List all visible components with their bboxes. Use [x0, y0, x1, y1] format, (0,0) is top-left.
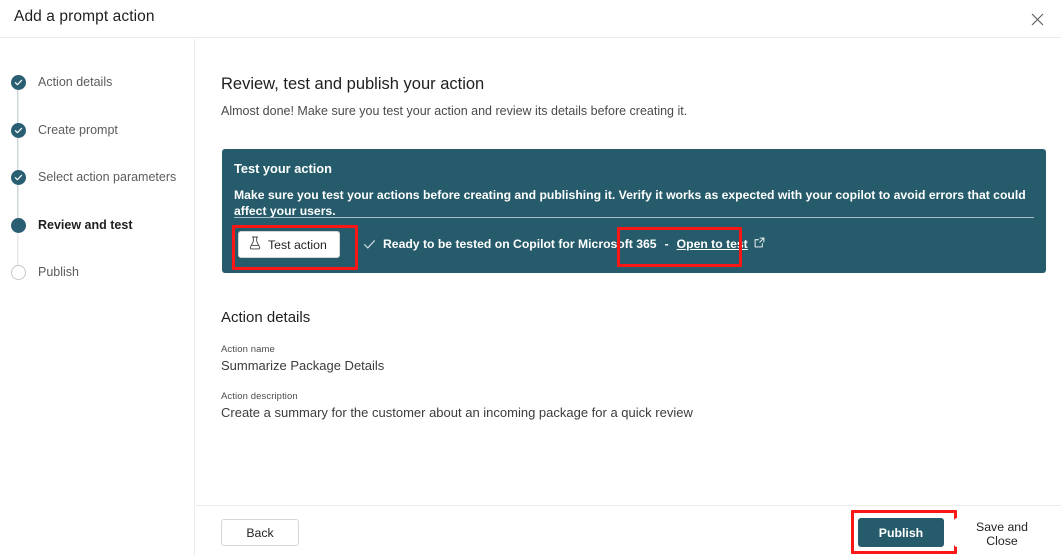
step-dot-done-icon — [11, 75, 26, 90]
action-name-label: Action name — [221, 344, 384, 355]
test-panel-title: Test your action — [234, 161, 332, 176]
back-button[interactable]: Back — [221, 519, 299, 546]
panel-divider — [234, 217, 1034, 218]
step-marker — [9, 265, 27, 280]
sidebar-step-create-prompt[interactable]: Create prompt — [9, 123, 189, 171]
step-marker — [9, 123, 27, 138]
test-status-row: Ready to be tested on Copilot for Micros… — [363, 233, 765, 255]
sidebar-step-select-action-parameters[interactable]: Select action parameters — [9, 170, 189, 218]
sidebar-step-action-details[interactable]: Action details — [9, 75, 189, 123]
step-dot-done-icon — [11, 170, 26, 185]
sidebar-step-label: Review and test — [38, 218, 132, 233]
sidebar-step-label: Action details — [38, 75, 112, 90]
step-marker — [9, 75, 27, 90]
open-to-test-link[interactable]: Open to test — [677, 237, 765, 251]
status-separator: - — [664, 237, 670, 251]
step-dot-done-icon — [11, 123, 26, 138]
checkmark-icon — [12, 171, 25, 184]
sidebar-step-review-and-test[interactable]: Review and test — [9, 218, 189, 266]
step-connector — [17, 233, 18, 266]
test-action-label: Test action — [268, 238, 327, 252]
checkmark-icon — [363, 238, 376, 251]
add-prompt-action-dialog: Add a prompt action — [0, 0, 1061, 556]
step-marker — [9, 170, 27, 185]
step-dot-pending-icon — [11, 265, 26, 280]
main-content: Review, test and publish your action Alm… — [196, 39, 1061, 556]
page-title: Review, test and publish your action — [221, 75, 484, 94]
action-details-heading: Action details — [221, 309, 310, 326]
open-to-test-label: Open to test — [677, 237, 748, 251]
publish-button[interactable]: Publish — [858, 518, 944, 547]
sidebar-step-publish[interactable]: Publish — [9, 265, 189, 313]
action-name-value: Summarize Package Details — [221, 358, 384, 373]
action-description-field: Action description Create a summary for … — [221, 391, 693, 420]
test-action-button[interactable]: Test action — [238, 231, 340, 258]
test-status-text: Ready to be tested on Copilot for Micros… — [383, 237, 657, 251]
wizard-sidebar: Action details Create prompt — [0, 39, 195, 556]
external-link-icon — [754, 237, 765, 251]
step-connector — [17, 138, 18, 171]
close-button[interactable] — [1021, 4, 1053, 34]
action-description-value: Create a summary for the customer about … — [221, 405, 693, 420]
step-dot-current-icon — [11, 218, 26, 233]
action-description-label: Action description — [221, 391, 693, 402]
step-marker — [9, 218, 27, 233]
dialog-header: Add a prompt action — [0, 0, 1061, 38]
test-panel-description: Make sure you test your actions before c… — [234, 187, 1034, 219]
test-your-action-panel: Test your action Make sure you test your… — [222, 149, 1046, 273]
dialog-footer: Back Publish Save and Close — [196, 505, 1061, 556]
wizard-steps: Action details Create prompt — [9, 75, 189, 313]
sidebar-step-label: Publish — [38, 265, 79, 280]
flask-icon — [249, 236, 261, 253]
action-name-field: Action name Summarize Package Details — [221, 344, 384, 373]
step-connector — [17, 90, 18, 123]
checkmark-icon — [12, 124, 25, 137]
save-and-close-button[interactable]: Save and Close — [954, 518, 1050, 547]
step-connector — [17, 185, 18, 218]
panel-action-row: Test action Ready to be tested on Copilo… — [222, 227, 1046, 267]
checkmark-icon — [12, 76, 25, 89]
close-icon — [1031, 13, 1044, 26]
page-subtitle: Almost done! Make sure you test your act… — [221, 104, 687, 118]
sidebar-step-label: Create prompt — [38, 123, 118, 138]
dialog-title: Add a prompt action — [14, 8, 155, 26]
sidebar-step-label: Select action parameters — [38, 170, 176, 185]
